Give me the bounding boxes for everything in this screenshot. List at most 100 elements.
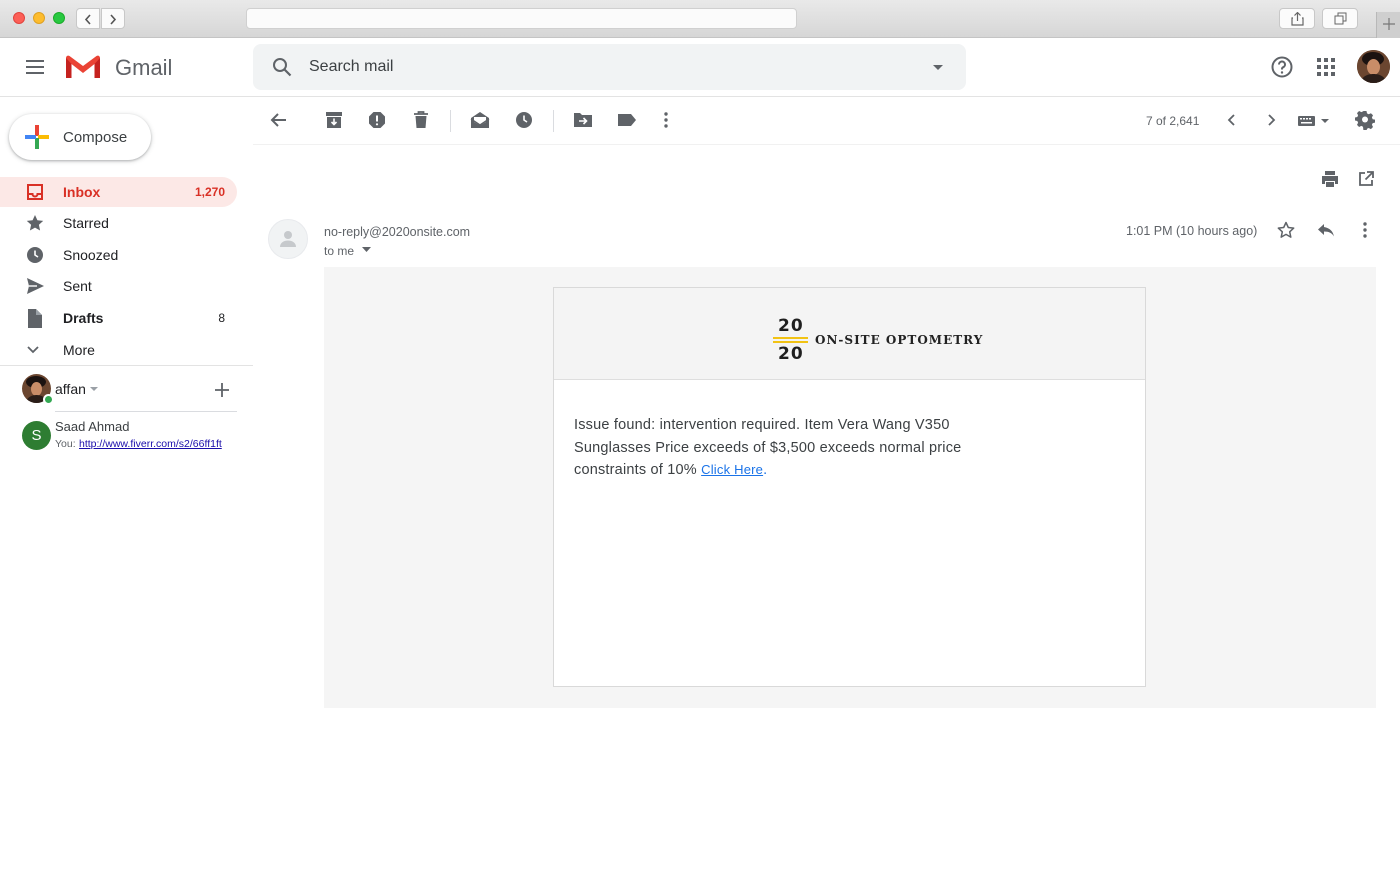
hamburger-icon	[26, 60, 44, 74]
browser-chrome	[0, 0, 1400, 38]
hangouts-username: affan	[55, 381, 86, 397]
logo-stripe	[773, 337, 808, 339]
snooze-clock-icon[interactable]	[515, 111, 533, 129]
settings-gear-icon[interactable]	[1355, 110, 1375, 130]
sender-address[interactable]: no-reply@2020onsite.com	[324, 225, 470, 239]
tabs-overview-button[interactable]	[1322, 8, 1358, 29]
sidebar-item-starred[interactable]: Starred	[0, 208, 237, 238]
hangouts-user[interactable]: affan	[22, 374, 237, 405]
compose-label: Compose	[63, 129, 128, 146]
message-preview-prefix: You:	[55, 438, 76, 450]
reply-icon[interactable]	[1317, 222, 1335, 238]
sidebar-divider	[0, 365, 253, 366]
brand-logo: 20 20	[772, 316, 812, 364]
mark-unread-icon[interactable]	[470, 111, 490, 129]
search-bar[interactable]: Search mail	[253, 44, 966, 90]
sender-avatar	[268, 219, 308, 259]
toolbar-separator	[553, 110, 554, 132]
email-timestamp: 1:01 PM (10 hours ago)	[1126, 224, 1258, 238]
caret-down-icon[interactable]	[90, 387, 98, 392]
logo-stripe	[773, 341, 808, 343]
send-icon	[27, 278, 44, 294]
contact-initial: S	[31, 427, 42, 444]
message-more-vertical-icon[interactable]	[1362, 221, 1368, 239]
gmail-m-icon	[66, 55, 100, 78]
share-icon	[1291, 12, 1304, 26]
keyboard-input-icon[interactable]	[1297, 111, 1331, 129]
search-input[interactable]: Search mail	[309, 58, 393, 76]
toolbar-divider	[253, 144, 1400, 145]
contact-avatar: S	[22, 421, 51, 450]
close-window-button[interactable]	[13, 12, 25, 24]
email-message-text: Issue found: intervention required. Item…	[574, 414, 1014, 482]
sidebar-item-snoozed[interactable]: Snoozed	[0, 240, 237, 270]
draft-count: 8	[218, 311, 225, 325]
email-message-suffix: .	[763, 462, 768, 478]
click-here-link[interactable]: Click Here	[701, 462, 763, 477]
inbox-icon	[27, 184, 43, 200]
recipient-label: to me	[324, 244, 355, 258]
maximize-window-button[interactable]	[53, 12, 65, 24]
sidebar-item-label: Starred	[63, 215, 109, 231]
sidebar-item-label: More	[63, 342, 95, 358]
account-avatar[interactable]	[1357, 50, 1390, 83]
toolbar-separator	[450, 110, 451, 132]
older-chevron-right-icon[interactable]	[1266, 111, 1276, 129]
online-status-dot	[43, 394, 54, 405]
new-tab-button[interactable]	[1376, 12, 1400, 38]
person-icon	[280, 231, 296, 247]
browser-forward-button[interactable]	[101, 8, 125, 29]
sidebar-item-label: Snoozed	[63, 247, 119, 263]
sidebar-item-more[interactable]: More	[0, 335, 237, 365]
report-spam-icon[interactable]	[368, 111, 386, 129]
hangouts-contact[interactable]: S Saad Ahmad You: http://www.fiverr.com/…	[22, 418, 237, 454]
star-outline-icon[interactable]	[1277, 221, 1295, 239]
app-name: Gmail	[115, 55, 173, 80]
compose-button[interactable]: Compose	[9, 114, 151, 160]
delete-icon[interactable]	[413, 111, 429, 129]
sidebar-item-inbox[interactable]: Inbox 1,270	[0, 177, 237, 207]
new-conversation-plus-icon[interactable]	[215, 383, 229, 397]
open-new-window-icon[interactable]	[1358, 171, 1374, 187]
newer-chevron-left-icon[interactable]	[1227, 111, 1237, 129]
chevron-right-icon	[110, 14, 117, 25]
archive-icon[interactable]	[325, 111, 343, 129]
address-bar[interactable]	[246, 8, 797, 29]
sidebar-item-sent[interactable]: Sent	[0, 271, 237, 301]
back-arrow-icon[interactable]	[270, 111, 288, 129]
brand-name: ON-SITE OPTOMETRY	[815, 333, 984, 347]
unread-count: 1,270	[194, 185, 225, 199]
avatar-photo-icon	[1357, 50, 1390, 83]
more-vertical-icon[interactable]	[663, 111, 669, 129]
plus-icon	[1383, 18, 1395, 30]
email-message-body: Issue found: intervention required. Item…	[574, 417, 962, 478]
app-header: Gmail Search mail	[0, 38, 1400, 97]
minimize-window-button[interactable]	[33, 12, 45, 24]
logo-number-bottom: 20	[778, 344, 804, 364]
gmail-logo[interactable]: Gmail	[63, 53, 183, 83]
draft-file-icon	[28, 309, 42, 328]
move-to-folder-icon[interactable]	[573, 111, 593, 129]
chevron-down-icon	[27, 346, 39, 354]
message-preview-link[interactable]: http://www.fiverr.com/s2/66ff1ft	[79, 438, 237, 450]
pagination-text: 7 of 2,641	[1146, 114, 1200, 128]
main-menu-button[interactable]	[20, 52, 50, 82]
contact-name: Saad Ahmad	[55, 419, 130, 434]
search-options-icon[interactable]	[932, 64, 944, 72]
share-button[interactable]	[1279, 8, 1315, 29]
logo-number-top: 20	[778, 316, 804, 336]
chevron-left-icon	[84, 14, 91, 25]
help-icon[interactable]	[1270, 55, 1294, 79]
clock-icon	[27, 247, 43, 263]
sidebar-item-drafts[interactable]: Drafts 8	[0, 303, 237, 333]
print-icon[interactable]	[1321, 170, 1339, 188]
recipient-details-caret-icon[interactable]	[362, 247, 371, 253]
star-icon	[26, 215, 44, 231]
label-icon[interactable]	[617, 111, 637, 129]
browser-back-button[interactable]	[76, 8, 100, 29]
apps-grid-icon[interactable]	[1316, 57, 1336, 77]
email-content-card: 20 20 ON-SITE OPTOMETRY Issue found: int…	[553, 287, 1146, 687]
search-icon[interactable]	[272, 57, 292, 77]
compose-plus-icon	[25, 125, 49, 149]
sidebar-item-label: Inbox	[63, 184, 101, 200]
